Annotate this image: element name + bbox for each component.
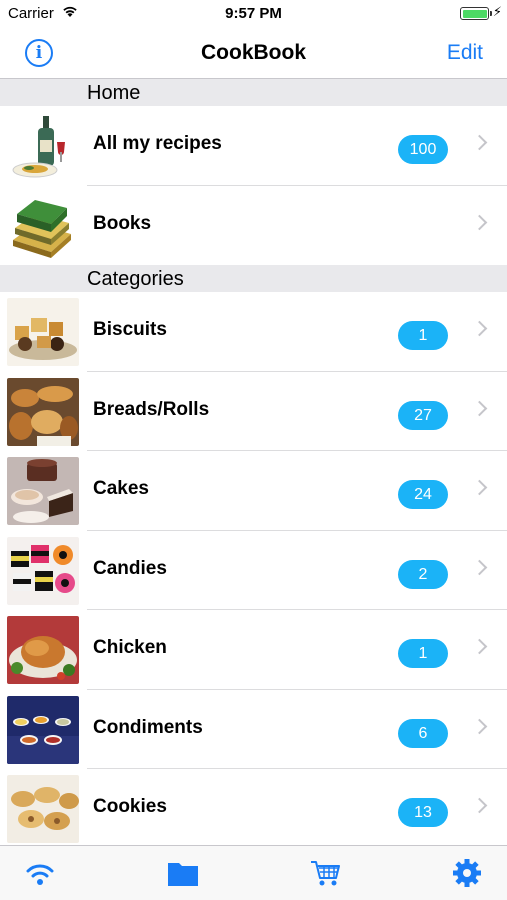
count-badge: 24 [398,480,448,509]
chevron-right-icon [471,214,488,230]
chevron-right-icon [471,638,488,655]
stack-of-books-image [7,192,79,260]
list-item-chicken[interactable]: Chicken 1 [0,610,507,690]
section-header-home: Home [0,79,507,106]
chevron-right-icon [471,400,488,416]
list-item-label: Candies [93,557,167,579]
list-item-candies[interactable]: Candies 2 [0,530,507,610]
list-item-cakes[interactable]: Cakes 24 [0,451,507,531]
list-item-books[interactable]: Books [0,185,507,265]
list-item-breads-rolls[interactable]: Breads/Rolls 27 [0,371,507,451]
battery-icon [460,7,489,20]
wine-bottle-and-plate-image [7,112,79,180]
chevron-right-icon [471,559,488,575]
chevron-right-icon [471,134,488,151]
cookies-image [7,775,79,843]
count-badge: 1 [398,321,448,350]
candies-image [7,536,79,605]
chevron-right-icon [471,797,488,814]
status-bar: Carrier 9:57 PM ⚡ [0,0,507,28]
list-item-label: Books [93,212,152,234]
list-item-label: All my recipes [93,133,222,154]
count-badge: 1 [398,639,448,668]
roast-chicken-image [7,616,79,684]
list-item-all-recipes[interactable]: All my recipes 100 [0,106,507,186]
chevron-right-icon [471,320,488,337]
folder-icon[interactable] [167,858,199,888]
page-title: CookBook [201,41,306,64]
tab-bar [0,845,507,900]
count-badge: 27 [398,400,448,430]
list-item-label: Cookies [93,796,167,817]
condiment-bowls-image [7,695,79,764]
wifi-icon[interactable] [24,858,56,888]
count-badge: 100 [398,135,448,164]
edit-button[interactable]: Edit [447,41,483,65]
list-item-cookies[interactable]: Cookies 13 [0,769,507,845]
list-item-label: Chicken [93,637,167,658]
breads-image [7,377,79,446]
list-item-label: Biscuits [93,319,167,340]
recipe-list[interactable]: Home All my recipes 100 Books Categories… [0,78,507,845]
list-item-label: Breads/Rolls [93,398,210,420]
count-badge: 2 [398,559,448,589]
list-item-biscuits[interactable]: Biscuits 1 [0,292,507,372]
status-time: 9:57 PM [225,5,282,22]
cart-icon[interactable] [309,858,341,888]
navigation-bar: i CookBook Edit [0,28,507,78]
chevron-right-icon [471,718,488,734]
list-item-label: Cakes [93,478,149,499]
list-item-condiments[interactable]: Condiments 6 [0,689,507,769]
charging-bolt-icon: ⚡ [492,4,502,19]
list-item-label: Condiments [93,716,203,738]
cakes-image [7,457,79,525]
battery-tip [490,11,492,16]
section-header-categories: Categories [0,265,507,292]
chevron-right-icon [471,479,488,496]
count-badge: 13 [398,798,448,827]
count-badge: 6 [398,718,448,748]
biscuits-image [7,298,79,366]
gear-icon[interactable] [451,858,483,888]
